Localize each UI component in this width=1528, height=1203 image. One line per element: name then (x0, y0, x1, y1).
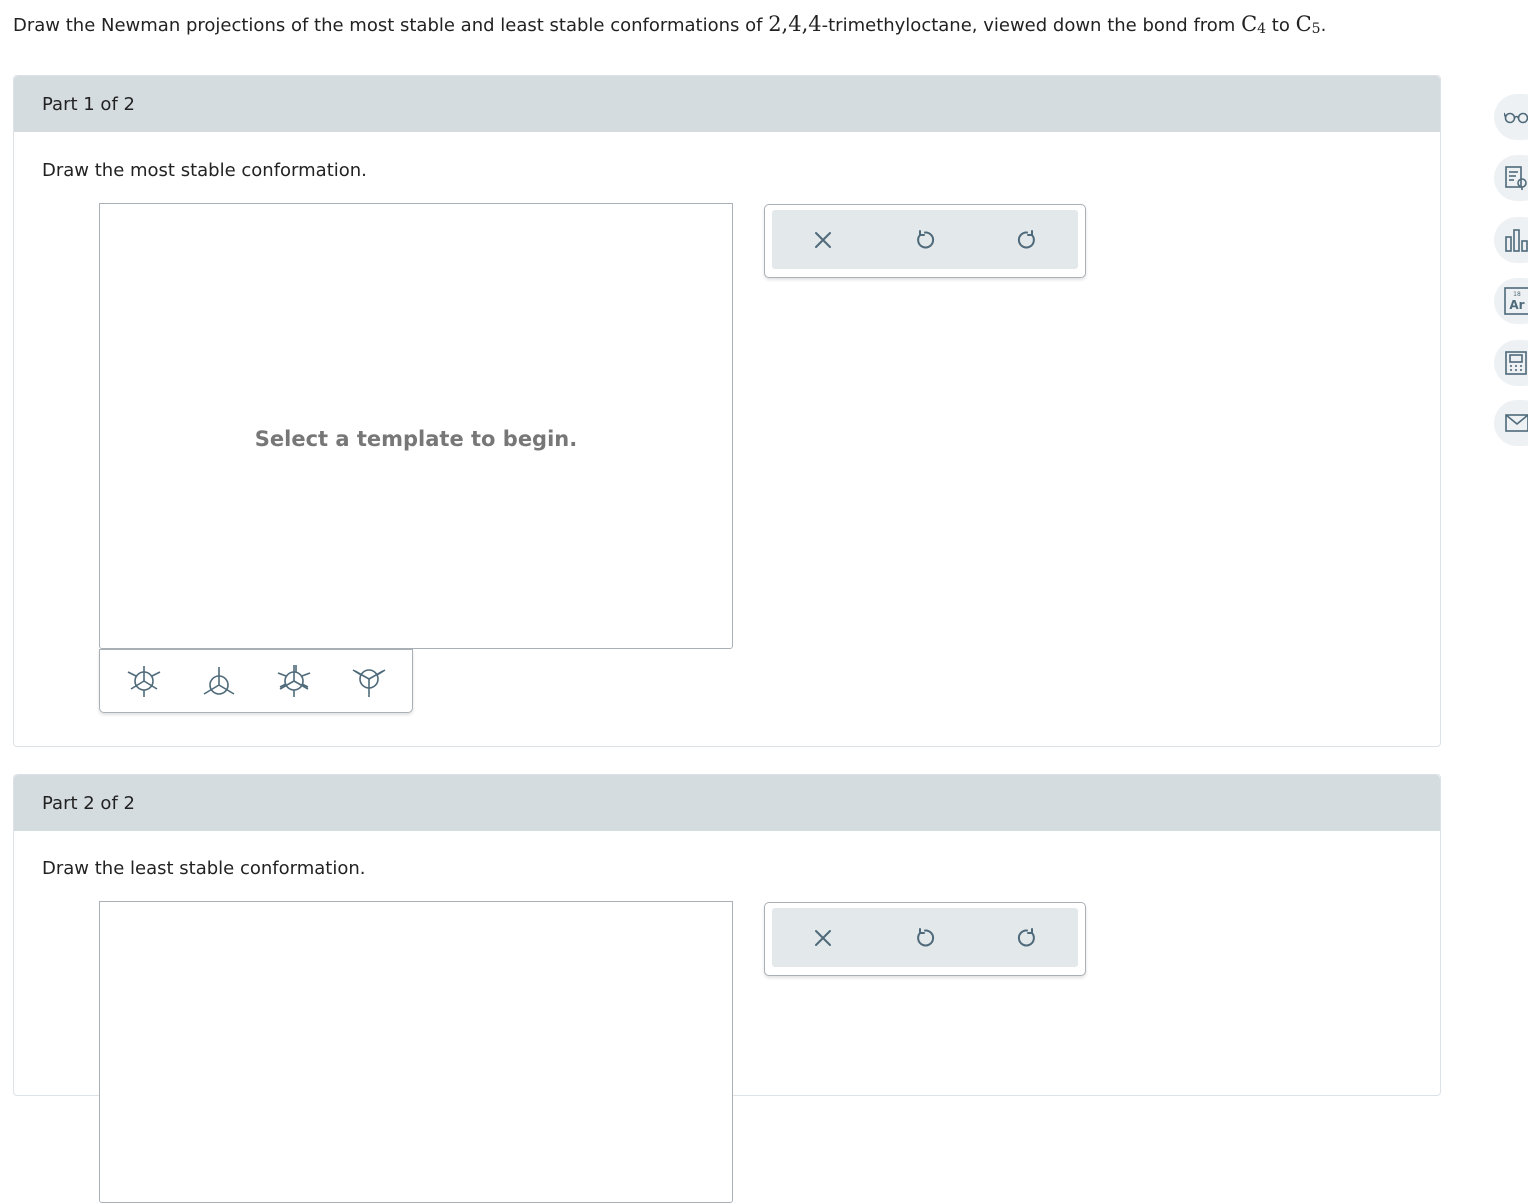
from-carbon: C4 (1241, 12, 1267, 37)
part-1-header: Part 1 of 2 (14, 76, 1440, 132)
mail-icon[interactable] (1494, 400, 1528, 446)
drawing-canvas[interactable] (99, 901, 733, 1203)
part-2-prompt: Draw the least stable conformation. (42, 858, 366, 879)
from-carbon-number: 4 (1257, 21, 1267, 37)
eclipsed-template-icon[interactable] (272, 659, 316, 703)
question-text: Draw the Newman projections of the most … (13, 12, 1327, 37)
glasses-icon[interactable] (1494, 94, 1528, 140)
from-carbon-symbol: C (1241, 12, 1258, 36)
calculator-icon[interactable] (1494, 340, 1528, 386)
redo-icon[interactable] (1005, 916, 1049, 960)
toolbox-inner (772, 908, 1078, 967)
part-1-toolbox (764, 204, 1086, 278)
clear-icon[interactable] (801, 916, 845, 960)
undo-icon[interactable] (903, 218, 947, 262)
part-1-panel: Part 1 of 2 Draw the most stable conform… (13, 75, 1441, 747)
part-2-header: Part 2 of 2 (14, 775, 1440, 831)
canvas-message: Select a template to begin. (254, 427, 578, 451)
question-end: . (1320, 15, 1327, 36)
periodic-table-icon[interactable]: 18 Ar (1494, 278, 1528, 324)
part-1-prompt: Draw the most stable conformation. (42, 160, 367, 181)
periodic-table-glyph: 18 Ar (1504, 287, 1528, 315)
clear-icon[interactable] (801, 218, 845, 262)
redo-icon[interactable] (1005, 218, 1049, 262)
element-symbol: Ar (1509, 298, 1524, 312)
drawing-canvas[interactable]: Select a template to begin. (99, 203, 733, 649)
staggered-front-template-icon[interactable] (197, 659, 241, 703)
compound-name: -trimethyloctane, viewed down the bond f… (821, 15, 1242, 36)
template-bar (99, 649, 413, 713)
question-text-part: Draw the Newman projections of the most … (13, 15, 769, 36)
staggered-template-icon[interactable] (122, 659, 166, 703)
to-carbon-number: 5 (1311, 21, 1321, 37)
atomic-number: 18 (1513, 291, 1521, 298)
toolbox-inner (772, 210, 1078, 269)
part-2-toolbox (764, 902, 1086, 976)
to-carbon-symbol: C (1295, 12, 1312, 36)
chart-icon[interactable] (1494, 217, 1528, 263)
to-word: to (1266, 15, 1296, 36)
undo-icon[interactable] (903, 916, 947, 960)
eclipsed-back-template-icon[interactable] (347, 659, 391, 703)
explanation-icon[interactable] (1494, 155, 1528, 201)
part-2-panel: Part 2 of 2 Draw the least stable confor… (13, 774, 1441, 1203)
compound-locants: 2,4,4 (768, 12, 822, 36)
to-carbon: C5 (1295, 12, 1321, 37)
